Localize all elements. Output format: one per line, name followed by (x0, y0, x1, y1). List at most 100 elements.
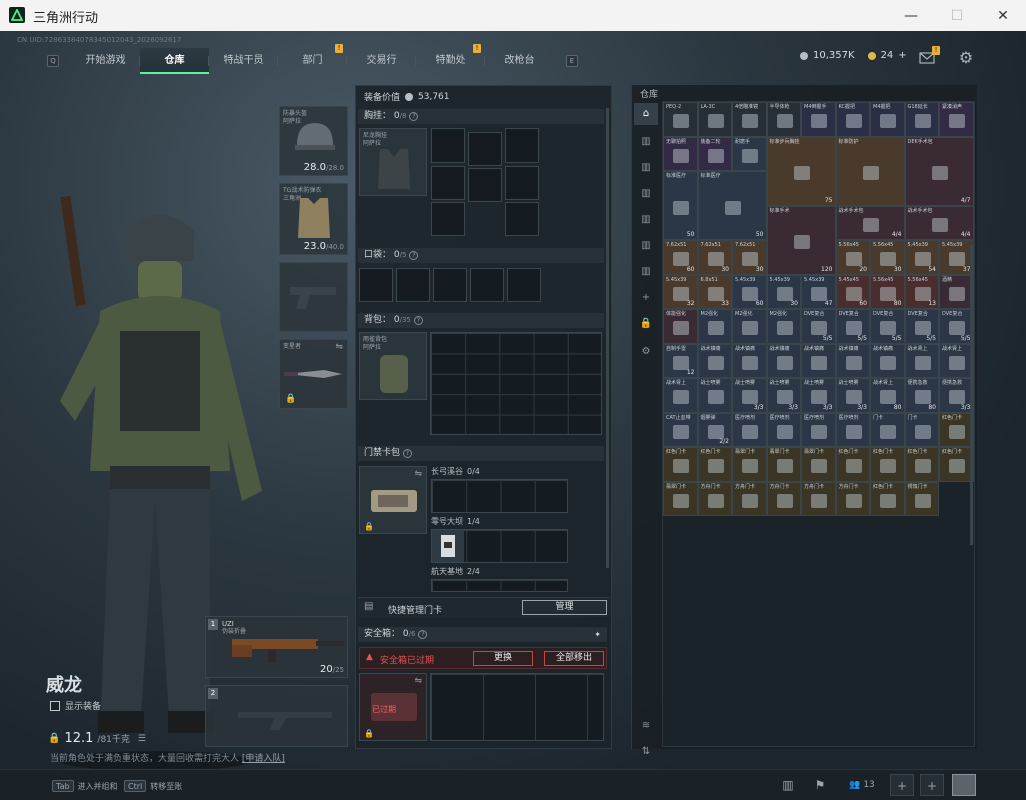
warehouse-item[interactable]: 红色门卡 (904, 447, 939, 482)
warehouse-item[interactable]: 战术手术包 4/4 (835, 205, 905, 240)
warehouse-item[interactable]: 标准手术 120 (766, 205, 836, 275)
add-tab-icon[interactable]: + (634, 287, 658, 309)
safebox-grid[interactable] (430, 673, 604, 741)
chest-cell[interactable] (431, 128, 465, 163)
warehouse-item[interactable]: 5.56x45 20 (835, 240, 870, 275)
help-icon[interactable]: ? (403, 449, 413, 458)
warehouse-item[interactable]: 体能强化 (663, 309, 698, 344)
invite-slot-1[interactable]: + (890, 774, 914, 796)
pocket-cell[interactable] (396, 268, 430, 302)
tip-link[interactable]: [申请入队] (242, 754, 285, 764)
pocket-cell[interactable] (507, 268, 541, 302)
warehouse-item[interactable]: 7.62x51 60 (663, 240, 698, 275)
warehouse-scrollbar[interactable] (970, 245, 973, 545)
tab-6[interactable]: 改枪台 (485, 48, 554, 74)
help-icon[interactable]: ? (413, 316, 423, 325)
warehouse-item[interactable]: 门卡 (904, 412, 939, 447)
warehouse-item[interactable]: 翡翠门卡 (766, 447, 801, 482)
warehouse-item[interactable]: DVE复合 5/5 (904, 309, 939, 344)
help-icon[interactable]: ? (418, 630, 428, 639)
warehouse-item[interactable]: 战术肾上 (939, 343, 974, 378)
warehouse-tab-icon[interactable]: ▥ (634, 183, 658, 205)
warehouse-item[interactable]: 方舟门卡 (835, 481, 870, 516)
lock-icon[interactable]: 🔒 (634, 313, 658, 335)
warehouse-item[interactable]: 紧凑消声 (939, 102, 974, 137)
armor-slot[interactable]: TG战术防弹衣 三角洲 23.0/40.0 (279, 183, 348, 255)
warehouse-item[interactable]: 战术镇痛 (732, 343, 767, 378)
warehouse-item[interactable]: 翡翠门卡 (732, 447, 767, 482)
warehouse-item[interactable]: DVE复合 5/5 (801, 309, 836, 344)
warehouse-item[interactable]: 无聊拍照 (663, 136, 698, 171)
warehouse-item[interactable]: DVE复合 5/5 (835, 309, 870, 344)
warehouse-item[interactable]: 标准步兵胸挂 75 (766, 136, 836, 206)
warehouse-item[interactable]: 耐磨手 (732, 136, 767, 171)
chest-cell[interactable] (505, 202, 539, 236)
ctrl-hint[interactable]: Ctrl 转移至账 (124, 780, 182, 792)
warehouse-item[interactable]: 战术镇痛 (835, 343, 870, 378)
keycard-slots[interactable] (431, 479, 568, 513)
pocket-cell[interactable] (470, 268, 504, 302)
show-gear-checkbox[interactable] (50, 700, 60, 711)
chest-rig-item[interactable]: 尼龙胸挂 阿萨拉 (359, 128, 427, 196)
settings-button[interactable]: ⚙ (956, 48, 976, 68)
warehouse-item[interactable]: 5.45x39 47 (801, 274, 836, 309)
tab-0[interactable]: 开始游戏 (71, 48, 140, 74)
pocket-cell[interactable] (359, 268, 393, 302)
warehouse-item[interactable]: LA-3C (697, 102, 732, 137)
keycard-slots[interactable] (431, 579, 568, 592)
pistol-slot[interactable] (279, 262, 348, 332)
tab-4[interactable]: 交易行 (347, 48, 416, 74)
warehouse-tab-icon[interactable]: ▥ (634, 235, 658, 257)
warehouse-item[interactable]: 红色门卡 (870, 481, 905, 516)
chest-cell[interactable] (468, 132, 502, 166)
warehouse-item[interactable]: 医疗喷剂 (801, 412, 836, 447)
chest-cell[interactable] (505, 166, 539, 200)
warehouse-item[interactable]: DEK手术包 4/7 (904, 136, 974, 206)
warehouse-item[interactable]: 5.45x39 37 (939, 240, 974, 275)
help-icon[interactable]: ? (409, 112, 419, 121)
warehouse-item[interactable]: 5.56x45 13 (904, 274, 939, 309)
warehouse-item[interactable]: 6.8x51 33 (697, 274, 732, 309)
tab-1[interactable]: 仓库 (140, 48, 209, 74)
stats-icon[interactable]: ▥ (776, 774, 800, 796)
swap-icon[interactable]: ⇋ (414, 469, 422, 479)
warehouse-item[interactable]: 战术镇痛 (766, 343, 801, 378)
warehouse-tab-icon[interactable]: ▥ (634, 209, 658, 231)
list-icon[interactable]: ☰ (138, 734, 146, 744)
warehouse-item[interactable]: 自制手雷 12 (663, 343, 698, 378)
chest-cell[interactable] (431, 202, 465, 236)
flag-icon[interactable]: ⚑ (808, 774, 832, 796)
warehouse-item[interactable]: M2强化 (697, 309, 732, 344)
warehouse-item[interactable]: DVE复合 5/5 (939, 309, 974, 344)
avatar[interactable] (952, 774, 976, 796)
secondary-weapon-slot[interactable]: 2 (205, 685, 348, 747)
sort-icon[interactable]: ⇅ (634, 741, 658, 763)
warehouse-item[interactable]: 战士喷雾 3/3 (801, 378, 836, 413)
warehouse-item[interactable]: 7.62x51 30 (697, 240, 732, 275)
help-icon[interactable]: ? (409, 251, 419, 260)
warehouse-item[interactable]: 翡翠门卡 (801, 447, 836, 482)
nav-left-key[interactable]: Q (47, 55, 59, 67)
warehouse-item[interactable]: 5.45x45 60 (835, 274, 870, 309)
warehouse-all-icon[interactable]: ⌂ (634, 103, 658, 125)
warehouse-item[interactable]: 红色门卡 (663, 447, 698, 482)
tab-2[interactable]: 特战干员 (209, 48, 278, 74)
warehouse-item[interactable]: 标准防护 (835, 136, 905, 206)
melee-slot[interactable]: 变星者 ⇋ 🔒 (279, 339, 348, 409)
warehouse-item[interactable]: 门卡 (870, 412, 905, 447)
warehouse-item[interactable]: 医疗喷剂 (835, 412, 870, 447)
warehouse-item[interactable]: M2强化 (732, 309, 767, 344)
warehouse-item[interactable]: 锈蚀门卡 (904, 481, 939, 516)
warehouse-item[interactable]: 7.62x51 30 (732, 240, 767, 275)
warehouse-item[interactable]: 红色门卡 (939, 412, 974, 447)
warehouse-item[interactable]: 5.45x39 54 (904, 240, 939, 275)
warehouse-item[interactable]: 医疗喷剂 (766, 412, 801, 447)
warehouse-item[interactable]: 战术镇痛 (870, 343, 905, 378)
keycard-item[interactable] (432, 530, 464, 562)
chest-cell[interactable] (431, 166, 465, 200)
warehouse-item[interactable]: 方舟门卡 (766, 481, 801, 516)
warehouse-item[interactable]: PEQ-2 (663, 102, 698, 137)
warehouse-item[interactable]: M4握把 (870, 102, 905, 137)
warehouse-item[interactable]: 标准医疗 50 (663, 171, 698, 240)
helmet-slot[interactable]: 防暴头盔 阿萨拉 28.0/28.0 (279, 106, 348, 176)
